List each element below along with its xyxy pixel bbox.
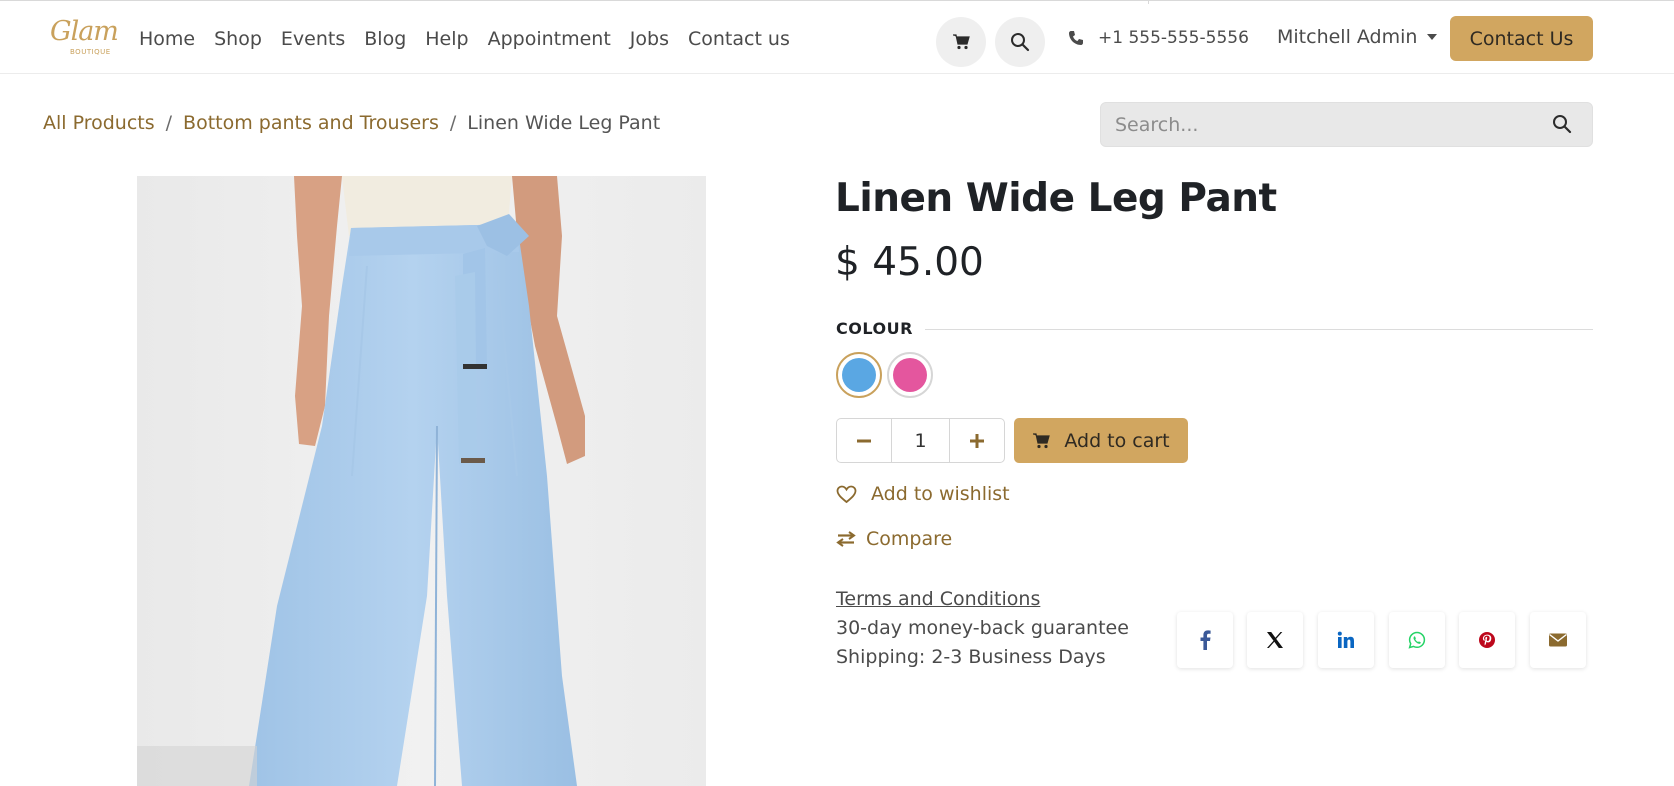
logo-subtitle: BOUTIQUE bbox=[70, 48, 111, 56]
logo-script: Glam bbox=[50, 16, 119, 47]
breadcrumb-category[interactable]: Bottom pants and Trousers bbox=[183, 112, 439, 134]
product-search bbox=[1100, 102, 1593, 147]
share-x-button[interactable] bbox=[1247, 612, 1303, 668]
product-photo bbox=[137, 176, 706, 786]
quantity-decrease-button[interactable] bbox=[837, 419, 891, 462]
contact-us-button[interactable]: Contact Us bbox=[1450, 16, 1593, 61]
search-icon bbox=[1011, 33, 1030, 52]
cart-icon bbox=[953, 34, 970, 50]
x-icon bbox=[1267, 632, 1283, 648]
color-swatch-blue[interactable] bbox=[836, 352, 882, 398]
share-facebook-button[interactable] bbox=[1177, 612, 1233, 668]
nav-contact[interactable]: Contact us bbox=[688, 28, 790, 50]
phone-number: +1 555-555-5556 bbox=[1098, 28, 1249, 48]
phone-icon bbox=[1069, 31, 1083, 45]
facebook-icon bbox=[1200, 630, 1211, 650]
user-name: Mitchell Admin bbox=[1277, 26, 1418, 48]
product-price: $ 45.00 bbox=[835, 240, 984, 285]
search-icon[interactable] bbox=[1552, 114, 1572, 134]
cart-button[interactable] bbox=[936, 17, 986, 67]
guarantee-text: 30-day money-back guarantee bbox=[836, 617, 1129, 639]
product-image[interactable] bbox=[137, 176, 706, 786]
pinterest-icon bbox=[1479, 632, 1495, 648]
plus-icon bbox=[970, 433, 984, 448]
share-linkedin-button[interactable] bbox=[1318, 612, 1374, 668]
shipping-text: Shipping: 2-3 Business Days bbox=[836, 646, 1106, 668]
email-icon bbox=[1549, 633, 1567, 647]
add-to-wishlist-link[interactable]: Add to wishlist bbox=[836, 483, 1010, 505]
terms-link[interactable]: Terms and Conditions bbox=[836, 588, 1040, 610]
wishlist-label: Add to wishlist bbox=[871, 483, 1010, 505]
nav-blog[interactable]: Blog bbox=[364, 28, 406, 50]
search-toggle-button[interactable] bbox=[995, 17, 1045, 67]
linkedin-icon bbox=[1337, 631, 1354, 648]
add-to-cart-button[interactable]: Add to cart bbox=[1014, 418, 1188, 463]
product-title: Linen Wide Leg Pant bbox=[835, 176, 1277, 221]
breadcrumb-current: Linen Wide Leg Pant bbox=[467, 112, 661, 134]
breadcrumb-separator: / bbox=[165, 112, 173, 134]
chevron-down-icon bbox=[1427, 34, 1438, 40]
compare-link[interactable]: Compare bbox=[836, 528, 952, 550]
site-header: Glam BOUTIQUE Home Shop Events Blog Help… bbox=[0, 4, 1674, 74]
nav-help[interactable]: Help bbox=[425, 28, 468, 50]
compare-label: Compare bbox=[866, 528, 953, 550]
breadcrumb: All Products / Bottom pants and Trousers… bbox=[43, 112, 660, 134]
breadcrumb-separator: / bbox=[449, 112, 457, 134]
nav-shop[interactable]: Shop bbox=[214, 28, 262, 50]
exchange-icon bbox=[836, 531, 856, 547]
share-email-button[interactable] bbox=[1530, 612, 1586, 668]
add-to-cart-label: Add to cart bbox=[1064, 429, 1170, 452]
nav-jobs[interactable]: Jobs bbox=[630, 28, 669, 50]
share-pinterest-button[interactable] bbox=[1459, 612, 1515, 668]
breadcrumb-all-products[interactable]: All Products bbox=[43, 112, 155, 134]
cart-icon bbox=[1033, 432, 1051, 448]
attribute-divider bbox=[925, 329, 1593, 330]
quantity-increase-button[interactable] bbox=[950, 419, 1004, 462]
nav-appointment[interactable]: Appointment bbox=[488, 28, 611, 50]
user-menu[interactable]: Mitchell Admin bbox=[1277, 26, 1438, 48]
phone-link[interactable]: +1 555-555-5556 bbox=[1068, 28, 1249, 48]
minus-icon bbox=[857, 439, 871, 442]
quantity-input[interactable]: 1 bbox=[891, 419, 950, 462]
attribute-label: COLOUR bbox=[836, 319, 913, 338]
whatsapp-icon bbox=[1408, 631, 1426, 649]
quantity-stepper: 1 bbox=[836, 418, 1005, 463]
brand-logo[interactable]: Glam BOUTIQUE bbox=[46, 14, 119, 64]
heart-icon bbox=[836, 485, 857, 503]
color-swatch-pink[interactable] bbox=[887, 352, 933, 398]
search-input[interactable] bbox=[1115, 103, 1535, 146]
main-nav: Home Shop Events Blog Help Appointment J… bbox=[139, 4, 809, 74]
share-whatsapp-button[interactable] bbox=[1389, 612, 1445, 668]
nav-events[interactable]: Events bbox=[281, 28, 345, 50]
nav-home[interactable]: Home bbox=[139, 28, 195, 50]
